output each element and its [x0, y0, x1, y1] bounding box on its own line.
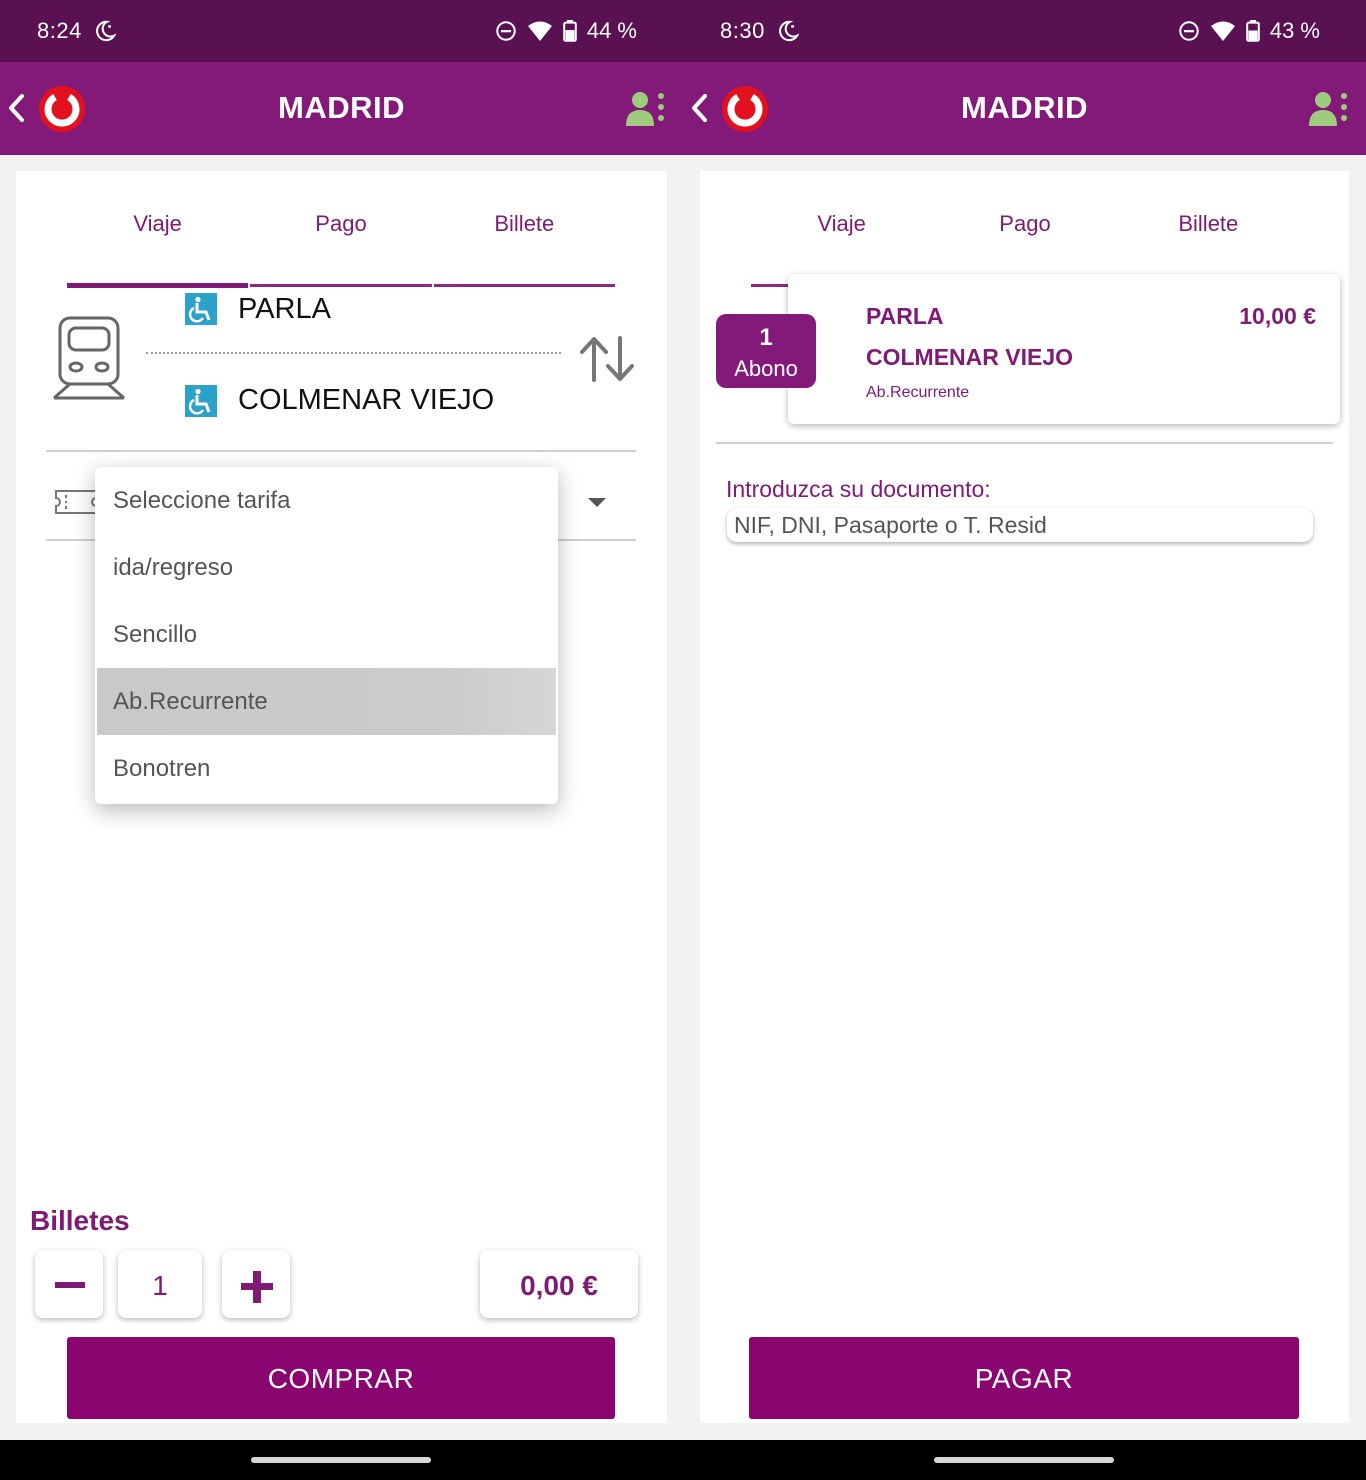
summary-origin: PARLA [866, 303, 944, 329]
bedtime-moon-icon [96, 20, 116, 42]
pay-button[interactable]: PAGAR [749, 1337, 1299, 1419]
increase-quantity-button[interactable] [222, 1250, 290, 1318]
home-gesture-handle[interactable] [251, 1457, 431, 1463]
wifi-icon [527, 21, 552, 41]
page-title: MADRID [961, 90, 1088, 125]
ticket-icon [55, 490, 97, 514]
app-bar: MADRID [683, 62, 1366, 155]
tab-viaje[interactable]: Viaje [750, 211, 933, 287]
train-icon [53, 316, 125, 400]
status-bar: 8:30 43 % [683, 0, 1366, 62]
screen-payment: 8:30 43 % MADRID Viaje Pago Billete PARL… [683, 0, 1366, 1440]
status-time: 8:24 [37, 18, 82, 43]
tab-billete[interactable]: Billete [433, 211, 616, 287]
ticket-quantity: 1 [118, 1250, 202, 1318]
ticket-count-badge: 1 Abono [716, 314, 816, 388]
fare-option-highlighted[interactable]: Ab.Recurrente [97, 668, 556, 735]
user-menu-icon[interactable] [625, 90, 667, 128]
status-bar: 8:24 44 % [0, 0, 683, 62]
summary-fare: Ab.Recurrente [866, 384, 970, 401]
do-not-disturb-icon [496, 21, 516, 41]
status-icons: 44 % [495, 18, 637, 44]
home-gesture-handle[interactable] [934, 1457, 1114, 1463]
wifi-icon [1210, 21, 1235, 41]
fare-dropdown-menu: Seleccione tarifa ida/regreso Sencillo A… [95, 467, 558, 804]
total-price: 0,00 € [480, 1250, 638, 1318]
buy-button[interactable]: COMPRAR [67, 1337, 615, 1419]
ticket-summary-card: PARLA COLMENAR VIEJO Ab.Recurrente 10,00… [788, 274, 1340, 424]
fare-option[interactable]: Bonotren [95, 735, 558, 802]
page-title: MADRID [278, 90, 405, 125]
wheelchair-accessible-icon [185, 385, 217, 417]
user-menu-icon[interactable] [1308, 90, 1350, 128]
tab-bar: Viaje Pago Billete [66, 211, 616, 288]
route-divider [146, 352, 561, 354]
app-bar: MADRID [0, 62, 683, 155]
ticket-count-label: Abono [734, 356, 798, 381]
divider [716, 442, 1333, 444]
system-navigation-bar [0, 1440, 1366, 1480]
decrease-quantity-button[interactable] [35, 1250, 103, 1318]
status-time: 8:30 [720, 18, 765, 43]
document-input[interactable] [727, 508, 1313, 542]
wheelchair-accessible-icon [185, 293, 217, 325]
tickets-label: Billetes [30, 1205, 130, 1236]
battery-icon [563, 20, 577, 42]
battery-icon [1246, 20, 1260, 42]
fare-option[interactable]: Sencillo [95, 601, 558, 668]
battery-percent: 43 % [1269, 18, 1320, 43]
tab-billete[interactable]: Billete [1117, 211, 1300, 287]
divider [46, 450, 636, 452]
status-icons: 43 % [1178, 18, 1320, 44]
do-not-disturb-icon [1179, 21, 1199, 41]
tab-viaje[interactable]: Viaje [66, 211, 249, 288]
origin-station[interactable]: PARLA [238, 293, 331, 326]
tab-bar: Viaje Pago Billete [750, 211, 1300, 288]
screen-fare-selection: 8:24 44 % MADRID Viaje Pago Billete PARL… [0, 0, 683, 1440]
document-label: Introduzca su documento: [726, 476, 991, 502]
summary-price: 10,00 € [1239, 303, 1316, 329]
dropdown-caret-icon[interactable] [588, 498, 606, 507]
content-card: Viaje Pago Billete PARLA COLMENAR VIEJO … [700, 171, 1349, 1423]
ticket-count: 1 [759, 324, 773, 351]
tab-pago[interactable]: Pago [933, 211, 1116, 288]
tab-pago[interactable]: Pago [249, 211, 432, 287]
bedtime-moon-icon [779, 20, 799, 42]
fare-option[interactable]: ida/regreso [95, 534, 558, 601]
battery-percent: 44 % [586, 18, 637, 43]
summary-destination: COLMENAR VIEJO [866, 344, 1074, 370]
swap-stations-icon[interactable] [576, 334, 638, 384]
destination-station[interactable]: COLMENAR VIEJO [238, 384, 494, 417]
fare-option[interactable]: Seleccione tarifa [95, 467, 558, 534]
